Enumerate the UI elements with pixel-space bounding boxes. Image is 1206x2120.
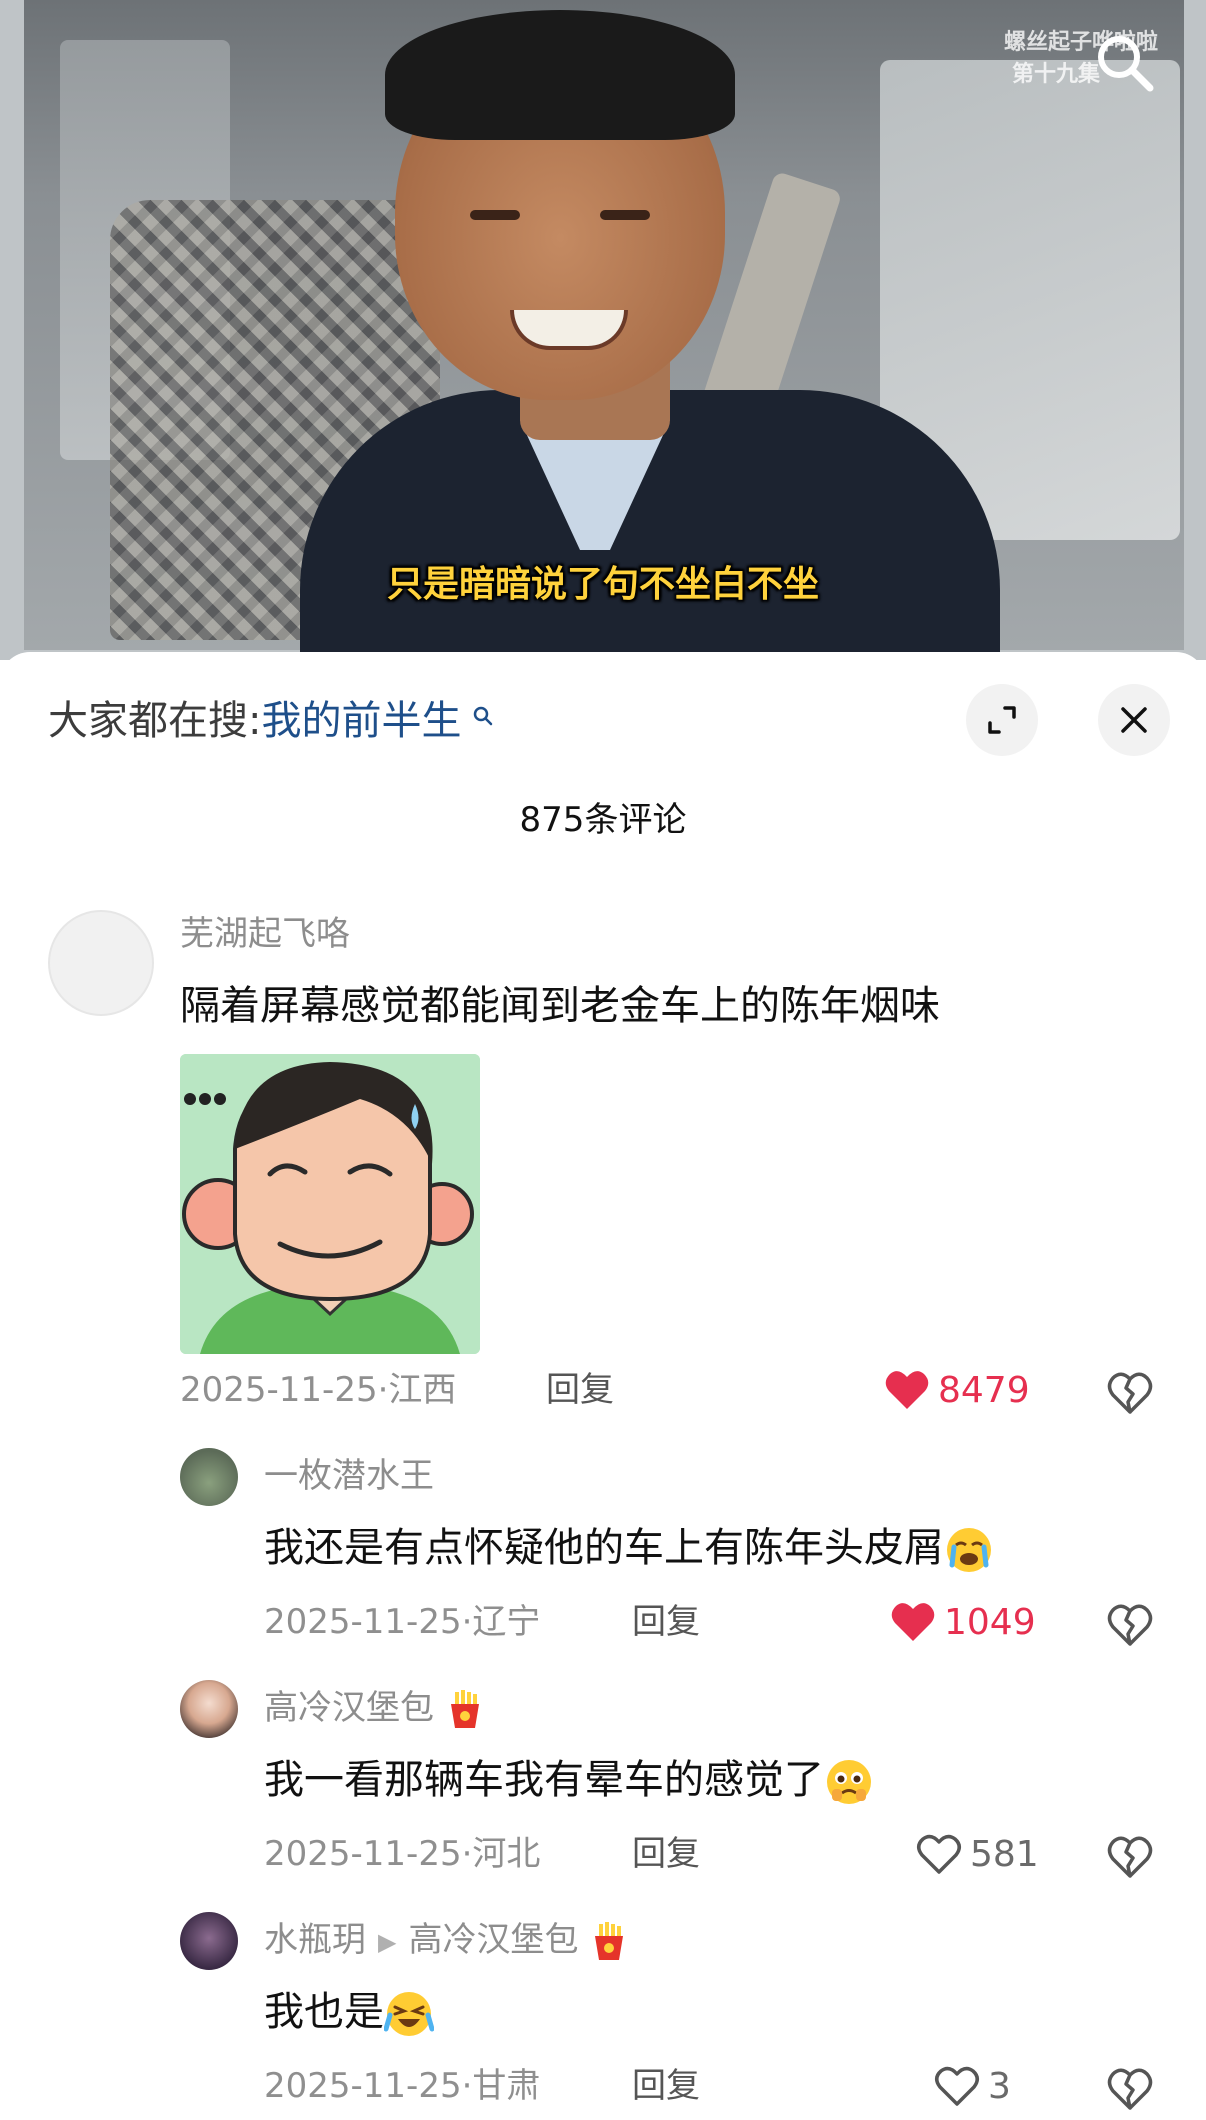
driver-eye-right — [600, 210, 650, 220]
comment-count: 875条评论 — [519, 800, 687, 840]
reply-text: 我一看那辆车我有晕车的感觉了 — [264, 1756, 874, 1807]
like-count: 581 — [970, 1833, 1039, 1875]
close-button[interactable] — [1098, 684, 1170, 756]
avatar[interactable] — [180, 1680, 238, 1738]
reply-text-content: 我也是 — [264, 1989, 384, 2035]
like-button[interactable]: 1049 — [890, 1600, 1036, 1644]
reply-username[interactable]: 一枚潜水王 — [264, 1456, 434, 1496]
comment-username[interactable]: 芜湖起飞咯 — [180, 914, 350, 954]
dislike-broken-heart-icon[interactable] — [1106, 1600, 1154, 1648]
search-icon[interactable] — [1092, 30, 1156, 94]
reply-username[interactable]: 高冷汉堡包 — [264, 1688, 485, 1730]
small-search-icon — [465, 706, 494, 733]
heart-outline-icon — [917, 1834, 961, 1874]
like-button[interactable]: 8479 — [884, 1368, 1030, 1412]
heart-outline-icon — [935, 2066, 979, 2106]
close-icon — [1121, 707, 1147, 733]
reply-text-content: 我还是有点怀疑他的车上有陈年头皮屑 — [264, 1525, 944, 1571]
cartoon-face-sticker — [180, 1054, 480, 1354]
expand-button[interactable] — [966, 684, 1038, 756]
dislike-broken-heart-icon[interactable] — [1106, 1368, 1154, 1416]
expand-icon — [988, 706, 1016, 734]
reply-date-location: 2025-11-25·河北 — [264, 1834, 541, 1874]
trending-search-term[interactable]: 我的前半生 — [261, 698, 461, 744]
laughing-crying-emoji-icon — [384, 1992, 434, 2036]
like-count: 8479 — [938, 1369, 1030, 1411]
like-button[interactable]: 3 — [934, 2064, 1011, 2108]
reply-button[interactable]: 回复 — [632, 1834, 700, 1874]
avatar[interactable] — [48, 910, 154, 1016]
reply-date-location: 2025-11-25·辽宁 — [264, 1602, 541, 1642]
reply-text: 我还是有点怀疑他的车上有陈年头皮屑 — [264, 1524, 994, 1575]
trending-search[interactable]: 大家都在搜:我的前半生 — [48, 696, 494, 746]
comment-sticker[interactable] — [180, 1054, 480, 1354]
reply-username-text: 水瓶玥 — [264, 1920, 366, 1960]
fries-badge-icon — [450, 1689, 479, 1728]
dislike-broken-heart-icon[interactable] — [1106, 1832, 1154, 1880]
like-button[interactable]: 581 — [916, 1832, 1039, 1876]
fries-badge-icon — [595, 1921, 624, 1960]
reply-button[interactable]: 回复 — [632, 2066, 700, 2106]
like-count: 3 — [988, 2065, 1011, 2107]
comment-date-location: 2025-11-25·江西 — [180, 1370, 457, 1410]
video-subtitle: 只是暗暗说了句不坐白不坐 — [386, 564, 819, 605]
comment-text: 隔着屏幕感觉都能闻到老金车上的陈年烟味 — [180, 983, 940, 1029]
reply-text: 我也是 — [264, 1988, 434, 2039]
trending-search-prefix: 大家都在搜: — [48, 698, 262, 744]
heart-filled-icon — [885, 1371, 929, 1409]
reply-username[interactable]: 水瓶玥 ▶ 高冷汉堡包 — [264, 1920, 629, 1962]
like-count: 1049 — [944, 1601, 1036, 1643]
driver-eye-left — [470, 210, 520, 220]
reply-text-content: 我一看那辆车我有晕车的感觉了 — [264, 1757, 824, 1803]
driver-hair — [385, 10, 735, 140]
reply-username-text: 高冷汉堡包 — [264, 1688, 434, 1728]
reply-button[interactable]: 回复 — [546, 1370, 614, 1410]
watermark-line-2: 第十九集 — [1011, 62, 1100, 87]
dislike-broken-heart-icon[interactable] — [1106, 2064, 1154, 2112]
pleading-emoji-icon — [827, 1760, 871, 1804]
reply-arrow-icon: ▶ — [378, 1927, 397, 1956]
reply-to-username[interactable]: 高冷汉堡包 — [408, 1920, 578, 1960]
crying-emoji-icon — [947, 1528, 991, 1572]
avatar[interactable] — [180, 1448, 238, 1506]
video-player[interactable]: 螺丝起子哗啦啦 第十九集 只是暗暗说了句不坐白不坐 — [0, 0, 1206, 660]
reply-button[interactable]: 回复 — [632, 1602, 700, 1642]
reply-date-location: 2025-11-25·甘肃 — [264, 2066, 541, 2106]
avatar[interactable] — [180, 1912, 238, 1970]
heart-filled-icon — [891, 1603, 935, 1641]
